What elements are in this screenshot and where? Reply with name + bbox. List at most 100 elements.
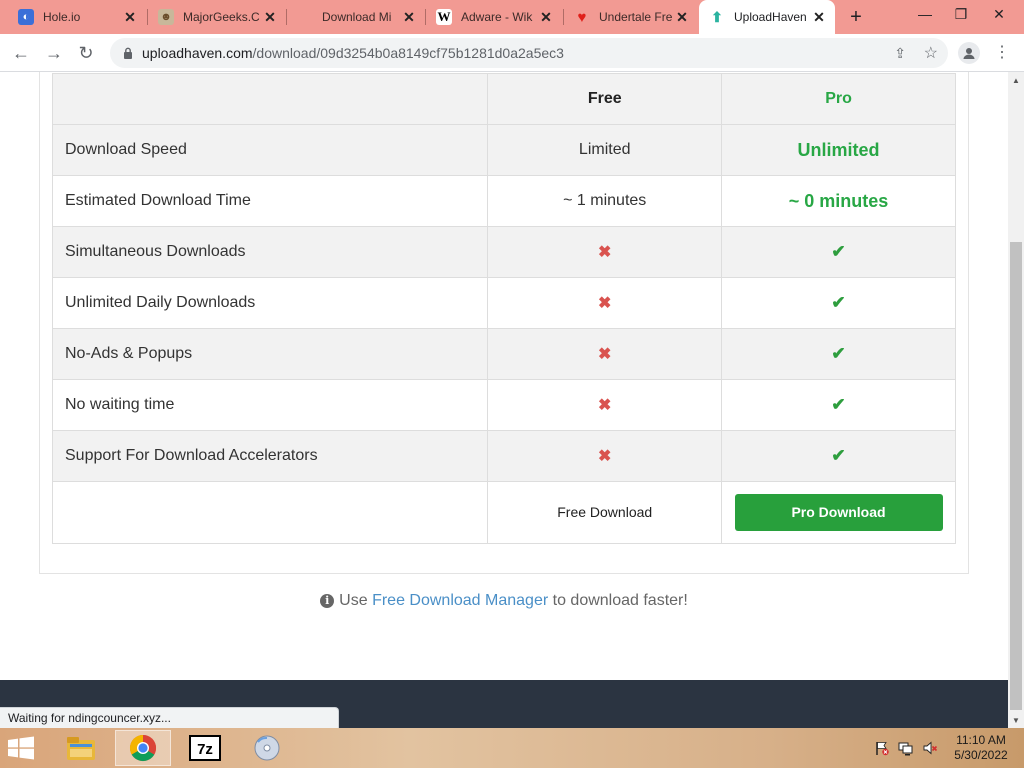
hint-suffix: to download faster!	[552, 592, 688, 609]
table-row: Unlimited Daily Downloads ✖ ✔	[51, 277, 956, 329]
close-icon[interactable]: ✕	[262, 9, 278, 25]
bookmark-star-icon[interactable]: ☆	[924, 43, 938, 63]
url-text: uploadhaven.com/download/09d3254b0a8149c…	[142, 45, 564, 61]
cross-icon: ✖	[598, 244, 612, 261]
table-row: Download Speed Limited Unlimited	[51, 124, 956, 176]
forward-icon[interactable]: →	[41, 40, 67, 66]
close-icon[interactable]: ✕	[811, 9, 827, 25]
table-row: Support For Download Accelerators ✖ ✔	[51, 430, 956, 482]
hint-prefix: Use	[339, 592, 368, 609]
check-icon: ✔	[831, 242, 846, 261]
close-icon[interactable]: ✕	[674, 9, 690, 25]
tab-uploadhaven[interactable]: ⬆ UploadHaven ✕	[699, 0, 835, 34]
tab-undertale[interactable]: ♥ Undertale Fre ✕	[564, 0, 698, 34]
tab-title: Download Mi	[322, 10, 392, 24]
feature-label: Unlimited Daily Downloads	[51, 277, 489, 329]
tab-title: Undertale Fre	[599, 10, 673, 24]
cross-icon: ✖	[598, 448, 612, 465]
empty-cell	[51, 481, 489, 544]
tab-hole-io[interactable]: ◐ Hole.io ✕	[8, 0, 146, 34]
menu-kebab-icon[interactable]: ⋮	[994, 42, 1010, 64]
chrome-icon[interactable]	[115, 730, 171, 766]
feature-label: Download Speed	[51, 124, 489, 176]
scrollbar-thumb[interactable]	[1010, 242, 1022, 710]
feature-label: Simultaneous Downloads	[51, 226, 489, 278]
check-icon: ✔	[831, 344, 846, 363]
tab-adware-wikipedia[interactable]: W Adware - Wik ✕	[426, 0, 562, 34]
volume-muted-icon[interactable]	[922, 740, 938, 756]
free-value: Limited	[487, 124, 723, 176]
free-value: ~ 1 minutes	[487, 175, 723, 227]
feature-label: No-Ads & Popups	[51, 328, 489, 380]
start-windows-icon[interactable]	[6, 736, 36, 760]
scroll-up-icon[interactable]: ▲	[1008, 72, 1024, 88]
table-row: Simultaneous Downloads ✖ ✔	[51, 226, 956, 278]
share-icon[interactable]: ⇪	[894, 45, 906, 62]
check-icon: ✔	[831, 446, 846, 465]
close-window-icon[interactable]: ✕	[982, 0, 1016, 28]
new-tab-button[interactable]: +	[846, 7, 866, 27]
clock-date: 5/30/2022	[954, 748, 1008, 762]
address-bar[interactable]: uploadhaven.com/download/09d3254b0a8149c…	[110, 38, 948, 68]
microsoft-icon	[297, 9, 313, 25]
page-content: Free Pro Download Speed Limited Unlimite…	[0, 72, 1008, 728]
cross-icon: ✖	[598, 346, 612, 363]
close-icon[interactable]: ✕	[538, 9, 554, 25]
info-icon: i	[320, 594, 335, 608]
reload-icon[interactable]: ↻	[73, 40, 99, 66]
majorgeeks-icon: ☻	[158, 9, 174, 25]
back-icon[interactable]: ←	[8, 40, 34, 66]
download-manager-hint: i Use Free Download Manager to download f…	[0, 592, 1008, 610]
close-icon[interactable]: ✕	[122, 9, 138, 25]
cross-icon: ✖	[598, 397, 612, 414]
status-bubble: Waiting for ndingcouncer.xyz...	[0, 707, 339, 728]
table-row: No-Ads & Popups ✖ ✔	[51, 328, 956, 380]
hole-io-icon: ◐	[18, 9, 34, 25]
tab-download-microsoft[interactable]: Download Mi ✕	[287, 0, 425, 34]
close-icon[interactable]: ✕	[401, 9, 417, 25]
tab-majorgeeks[interactable]: ☻ MajorGeeks.C ✕	[148, 0, 286, 34]
vertical-scrollbar[interactable]: ▲ ▼	[1008, 72, 1024, 728]
network-icon[interactable]	[898, 740, 914, 756]
disc-burner-icon[interactable]	[239, 730, 295, 766]
pro-download-button[interactable]: Pro Download	[734, 494, 943, 531]
cross-icon: ✖	[598, 295, 612, 312]
file-explorer-icon[interactable]	[53, 730, 109, 766]
lock-icon	[124, 47, 132, 59]
feature-label: Estimated Download Time	[51, 175, 489, 227]
action-center-flag-icon[interactable]	[874, 740, 890, 756]
table-header-pro: Pro	[721, 73, 956, 125]
pro-value: Unlimited	[721, 124, 956, 176]
tab-title: Hole.io	[43, 10, 81, 24]
restore-icon[interactable]: ❐	[944, 0, 978, 28]
free-download-manager-link[interactable]: Free Download Manager	[372, 592, 548, 609]
uploadhaven-icon: ⬆	[711, 8, 723, 25]
pro-value: ~ 0 minutes	[721, 175, 956, 227]
scroll-down-icon[interactable]: ▼	[1008, 712, 1024, 728]
minimize-icon[interactable]: —	[908, 0, 942, 28]
table-header-free: Free	[487, 73, 723, 125]
download-buttons-row: Free Download Pro Download	[51, 481, 956, 544]
browser-toolbar: ← → ↻ uploadhaven.com/download/09d3254b0…	[0, 34, 1024, 72]
feature-label: No waiting time	[51, 379, 489, 431]
system-clock[interactable]: 11:10 AM 5/30/2022	[946, 733, 1016, 763]
svg-text:7z: 7z	[197, 741, 213, 758]
plan-comparison-table: Free Pro Download Speed Limited Unlimite…	[51, 73, 956, 544]
clock-time: 11:10 AM	[956, 733, 1006, 747]
tab-title: MajorGeeks.C	[183, 10, 260, 24]
taskbar: 7z 11:10 AM 5/30/2022	[0, 728, 1024, 768]
free-download-link[interactable]: Free Download	[557, 504, 652, 520]
tab-title: Adware - Wik	[461, 10, 533, 24]
feature-label: Support For Download Accelerators	[51, 430, 489, 482]
undertale-icon: ♥	[577, 8, 587, 26]
check-icon: ✔	[831, 395, 846, 414]
table-row: No waiting time ✖ ✔	[51, 379, 956, 431]
table-header-empty	[51, 73, 489, 125]
table-row: Estimated Download Time ~ 1 minutes ~ 0 …	[51, 175, 956, 227]
tab-strip: ◐ Hole.io ✕ ☻ MajorGeeks.C ✕ Download Mi…	[0, 0, 1024, 34]
check-icon: ✔	[831, 293, 846, 312]
table-header-row: Free Pro	[51, 73, 956, 125]
7zip-icon[interactable]: 7z	[177, 730, 233, 766]
profile-avatar-icon[interactable]	[958, 42, 980, 64]
wikipedia-icon: W	[436, 9, 452, 25]
